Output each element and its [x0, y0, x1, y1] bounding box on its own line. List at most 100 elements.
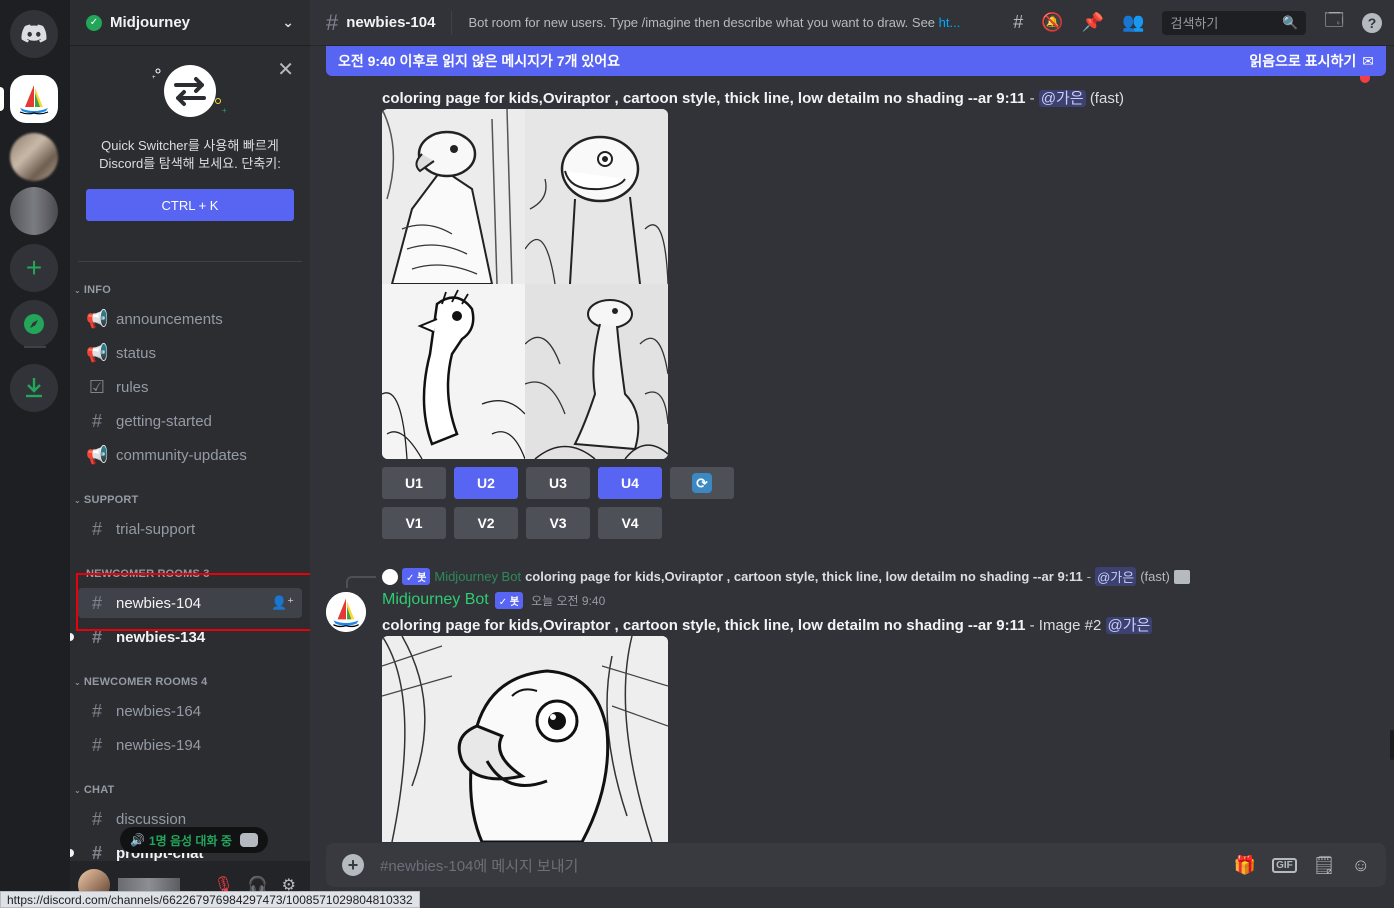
notification-muted-icon[interactable]: 🔕	[1041, 12, 1063, 33]
reply-reference[interactable]: ✓ 봇 Midjourney Bot coloring page for kid…	[382, 567, 1190, 586]
category-newcomer-rooms-4[interactable]: ⌄ NEWCOMER ROOMS 4	[74, 676, 208, 688]
upscaled-image[interactable]	[382, 636, 668, 842]
inbox-icon[interactable]: 🗔	[1324, 8, 1344, 38]
sticker-icon[interactable]: 🗒	[1313, 855, 1336, 876]
channel-header: # newbies-104 Bot room for new users. Ty…	[310, 0, 1394, 46]
variation-button-row: V1 V2 V3 V4	[382, 507, 662, 539]
hash-icon: #	[91, 842, 102, 862]
megaphone-icon: 📢	[86, 342, 109, 363]
svg-text:+: +	[222, 106, 227, 115]
grid-image-4[interactable]	[525, 284, 668, 459]
new-messages-bar[interactable]: 오전 9:40 이후로 읽지 않은 메시지가 7개 있어요 읽음으로 표시하기 …	[326, 46, 1386, 76]
pin-icon[interactable]: 📌	[1082, 12, 1104, 33]
guild-header[interactable]: ✓ Midjourney ⌄	[70, 0, 310, 46]
divider	[78, 261, 302, 262]
channel-label: newbies-194	[116, 736, 202, 754]
category-info[interactable]: ⌄ INFO	[74, 284, 111, 296]
hash-threads-icon: #	[326, 9, 339, 35]
user-mention[interactable]: @가은	[1095, 567, 1137, 586]
u1-button[interactable]: U1	[382, 467, 446, 499]
help-icon[interactable]: ?	[1362, 12, 1382, 33]
quick-switcher-illustration: + +	[152, 65, 227, 117]
category-label: CHAT	[83, 784, 115, 796]
reply-author[interactable]: Midjourney Bot	[434, 569, 521, 584]
mark-as-read-button[interactable]: 읽음으로 표시하기	[1249, 51, 1356, 71]
scrollbar-thumb[interactable]	[1390, 730, 1394, 760]
user-mention[interactable]: @가은	[1105, 617, 1153, 634]
channel-trial-support[interactable]: # trial-support	[78, 514, 302, 544]
grid-image-3[interactable]	[382, 284, 525, 459]
unread-indicator	[70, 633, 74, 641]
refresh-icon: ⟳	[692, 473, 712, 493]
gif-icon[interactable]: GIF	[1272, 857, 1297, 873]
rules-checkbox-icon: ☑	[88, 376, 106, 397]
category-label: INFO	[83, 284, 111, 296]
verified-check-icon: ✓	[86, 14, 102, 31]
message-2-header: Midjourney Bot ✓ 봇 오늘 오전 9:40	[382, 591, 605, 609]
download-apps-icon[interactable]	[10, 364, 58, 412]
u4-button[interactable]: U4	[598, 467, 662, 499]
close-icon[interactable]: ✕	[277, 57, 294, 82]
v2-button[interactable]: V2	[454, 507, 518, 539]
separator: -	[1086, 569, 1092, 584]
search-icon: 🔍	[1282, 14, 1299, 30]
server-icon-blurred[interactable]	[10, 133, 58, 181]
grid-image-2[interactable]	[525, 109, 668, 284]
separator: -	[1025, 90, 1039, 107]
u2-button[interactable]: U2	[454, 467, 518, 499]
v3-button[interactable]: V3	[526, 507, 590, 539]
gift-icon[interactable]: 🎁	[1234, 855, 1256, 876]
grid-image-1[interactable]	[382, 109, 525, 284]
member-list-icon[interactable]: 👥	[1122, 12, 1144, 33]
reply-prompt: coloring page for kids,Oviraptor , carto…	[525, 569, 1083, 584]
channel-announcements[interactable]: 📢 announcements	[78, 304, 302, 334]
voice-activity-pill[interactable]: 🔊 1명 음성 대화 중	[120, 827, 268, 853]
category-chat[interactable]: ⌄ CHAT	[74, 784, 114, 796]
quick-switcher-shortcut-button[interactable]: CTRL + K	[86, 189, 294, 221]
search-input[interactable]: 검색하기 🔍	[1162, 10, 1307, 35]
quick-switcher-text: Quick Switcher를 사용해 빠르게 Discord를 탐색해 보세요…	[99, 138, 281, 171]
reply-connector	[346, 576, 376, 588]
channel-label: newbies-164	[116, 702, 202, 720]
add-server-icon[interactable]: +	[10, 244, 58, 292]
image-number-label: - Image #2	[1025, 617, 1106, 634]
explore-compass-icon[interactable]	[10, 300, 58, 348]
u3-button[interactable]: U3	[526, 467, 590, 499]
reroll-button[interactable]: ⟳	[670, 467, 734, 499]
image-grid[interactable]	[382, 109, 668, 459]
avatar[interactable]	[326, 592, 366, 632]
message-2-content: coloring page for kids,Oviraptor , carto…	[382, 614, 1153, 635]
browser-status-url: https://discord.com/channels/66226797698…	[0, 891, 420, 908]
topic-link[interactable]: ht...	[939, 15, 961, 30]
author-name[interactable]: Midjourney Bot	[382, 591, 489, 609]
header-divider	[451, 10, 453, 35]
channel-sidebar: ✓ Midjourney ⌄ ✕ + + Quick Switcher를 사용해…	[70, 0, 310, 908]
message-1-content: coloring page for kids,Oviraptor , carto…	[382, 87, 1124, 108]
v1-button[interactable]: V1	[382, 507, 446, 539]
channel-getting-started[interactable]: # getting-started	[78, 406, 302, 436]
channel-newbies-164[interactable]: # newbies-164	[78, 696, 302, 726]
hash-icon: #	[91, 410, 102, 431]
channel-status[interactable]: 📢 status	[78, 338, 302, 368]
channel-newbies-194[interactable]: # newbies-194	[78, 730, 302, 760]
server-icon-blurred[interactable]	[10, 187, 58, 235]
midjourney-server-icon[interactable]	[10, 75, 58, 123]
channel-rules[interactable]: ☑ rules	[78, 372, 302, 402]
channel-label: rules	[116, 378, 149, 396]
channel-community-updates[interactable]: 📢 community-updates	[78, 440, 302, 470]
hash-icon: #	[91, 518, 102, 539]
message-composer[interactable]: + #newbies-104에 메시지 보내기 🎁 GIF 🗒 ☺	[326, 843, 1386, 887]
hash-threads-icon: #	[91, 734, 102, 755]
emoji-icon[interactable]: ☺	[1352, 855, 1370, 876]
discord-home-icon[interactable]	[10, 10, 58, 58]
topic-text: Bot room for new users. Type /imagine th…	[468, 15, 939, 30]
attach-plus-icon[interactable]: +	[342, 854, 364, 876]
category-support[interactable]: ⌄ SUPPORT	[74, 494, 138, 506]
v4-button[interactable]: V4	[598, 507, 662, 539]
threads-icon[interactable]: #	[1013, 12, 1023, 33]
user-mention[interactable]: @가은	[1038, 90, 1086, 107]
image-attachment-icon	[1173, 569, 1190, 584]
svg-text:+: +	[152, 75, 156, 81]
message-input-placeholder[interactable]: #newbies-104에 메시지 보내기	[380, 855, 578, 876]
channel-topic[interactable]: Bot room for new users. Type /imagine th…	[468, 15, 978, 30]
